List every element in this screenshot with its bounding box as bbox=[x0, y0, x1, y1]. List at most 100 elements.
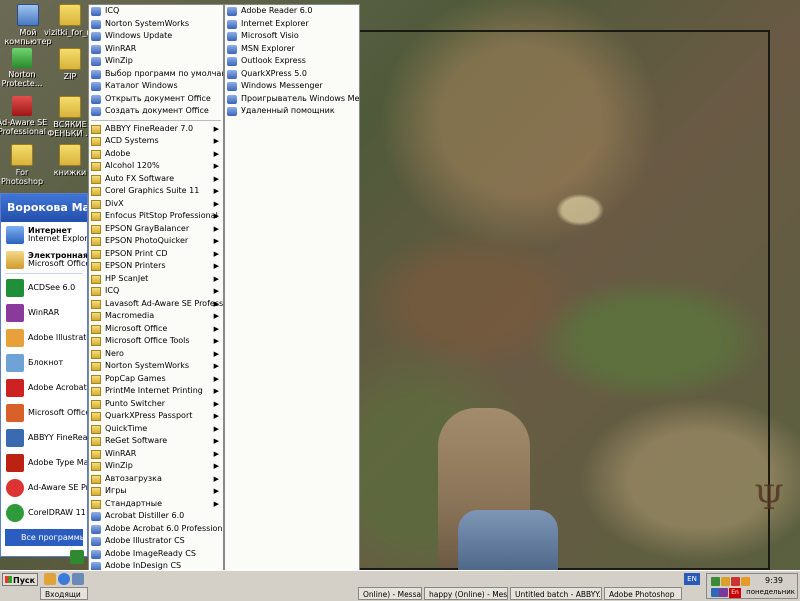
start-button[interactable]: Пуск bbox=[2, 573, 38, 586]
program-menu-item[interactable]: Norton SystemWorks bbox=[89, 18, 223, 31]
taskbar-item-messenger-1[interactable]: Online) - Messa... bbox=[358, 587, 422, 600]
program-folder-item[interactable]: ReGet Software ▶ bbox=[89, 435, 223, 448]
program-folder-item[interactable]: EPSON Printers ▶ bbox=[89, 260, 223, 273]
program-folder-item[interactable]: Macromedia ▶ bbox=[89, 310, 223, 323]
quicklaunch-ie-icon[interactable] bbox=[58, 573, 70, 585]
program-menu-item[interactable]: Windows Update bbox=[89, 30, 223, 43]
submenu-item[interactable]: Microsoft Visio bbox=[225, 30, 359, 43]
program-menu-item[interactable]: Каталог Windows bbox=[89, 80, 223, 93]
all-programs-menu: ICQ Norton SystemWorks Windows Update WinRA… bbox=[88, 4, 224, 600]
program-folder-item-label: Автозагрузка bbox=[105, 473, 162, 483]
desktop-icon-norton[interactable]: Norton Protecte... bbox=[0, 48, 48, 88]
program-folder-item[interactable]: WinZip ▶ bbox=[89, 460, 223, 473]
submenu-item[interactable]: MSN Explorer bbox=[225, 43, 359, 56]
program-folder-item[interactable]: Punto Switcher ▶ bbox=[89, 398, 223, 411]
start-recent-winrar[interactable]: WinRAR bbox=[1, 300, 87, 325]
program-folder-item[interactable]: ACD Systems ▶ bbox=[89, 135, 223, 148]
submenu-item[interactable]: Windows Messenger bbox=[225, 80, 359, 93]
program-folder-item[interactable]: Alcohol 120% ▶ bbox=[89, 160, 223, 173]
program-folder-item[interactable]: WinRAR ▶ bbox=[89, 448, 223, 461]
quicklaunch-desktop-icon[interactable] bbox=[72, 573, 84, 585]
start-pinned-internet[interactable]: ИнтернетInternet Explorer bbox=[1, 222, 87, 247]
program-icon bbox=[227, 69, 237, 79]
clock-time[interactable]: 9:39 bbox=[765, 576, 783, 585]
program-folder-item-label: QuickTime bbox=[105, 423, 148, 433]
program-folder-item[interactable]: DivX ▶ bbox=[89, 198, 223, 211]
tray-antivirus-icon[interactable] bbox=[731, 577, 740, 586]
language-indicator[interactable]: EN bbox=[684, 573, 700, 585]
type-manager-icon bbox=[6, 453, 24, 472]
program-folder-item[interactable]: Auto FX Software ▶ bbox=[89, 173, 223, 186]
quicklaunch-outlook-icon[interactable] bbox=[44, 573, 56, 585]
recent-label: ACDSee 6.0 bbox=[28, 282, 76, 292]
program-menu-item-label: Windows Update bbox=[105, 31, 173, 40]
program-menu-item[interactable]: Открыть документ Office bbox=[89, 93, 223, 106]
start-recent-acrobat[interactable]: Adobe Acrobat 6.0 Professional bbox=[1, 375, 87, 400]
start-recent-notepad[interactable]: Блокнот bbox=[1, 350, 87, 375]
program-folder-item[interactable]: Lavasoft Ad-Aware SE Professional▶ bbox=[89, 298, 223, 311]
start-recent-acdsee[interactable]: ACDSee 6.0 bbox=[1, 275, 87, 300]
submenu-item[interactable]: Удаленный помощник bbox=[225, 105, 359, 118]
taskbar-item-inbox[interactable]: Входящи bbox=[40, 587, 88, 600]
desktop-icon-label: книжки bbox=[53, 168, 87, 177]
program-menu-item[interactable]: Создать документ Office bbox=[89, 105, 223, 118]
system-tray: En 9:39 понедельник bbox=[706, 573, 798, 599]
program-menu-item[interactable]: WinZip bbox=[89, 55, 223, 68]
program-folder-item[interactable]: HP ScanJet ▶ bbox=[89, 273, 223, 286]
program-folder-item[interactable]: QuickTime ▶ bbox=[89, 423, 223, 436]
start-recent-illustrator[interactable]: Adobe Illustrator C bbox=[1, 325, 87, 350]
program-folder-item[interactable]: Стандартные ▶ bbox=[89, 498, 223, 511]
start-recent-coreldraw[interactable]: CorelDRAW 11 bbox=[1, 500, 87, 525]
program-menu-item[interactable]: WinRAR bbox=[89, 43, 223, 56]
program-menu-item-label: Создать документ Office bbox=[105, 106, 209, 115]
start-recent-ad-aware[interactable]: Ad-Aware SE Profe bbox=[1, 475, 87, 500]
tray-network-icon[interactable] bbox=[711, 577, 720, 586]
submenu-item[interactable]: Adobe Reader 6.0 bbox=[225, 5, 359, 18]
program-folder-item[interactable]: Microsoft Office Tools ▶ bbox=[89, 335, 223, 348]
program-folder-item[interactable]: ABBYY FineReader 7.0 ▶ bbox=[89, 123, 223, 136]
taskbar-item-messenger-2[interactable]: happy (Online) - Mess... bbox=[424, 587, 508, 600]
program-folder-item[interactable]: Enfocus PitStop Professional ▶ bbox=[89, 210, 223, 223]
tray-volume-icon[interactable] bbox=[721, 577, 730, 586]
program-folder-item[interactable]: Автозагрузка ▶ bbox=[89, 473, 223, 486]
program-folder-item[interactable]: Adobe ▶ bbox=[89, 148, 223, 161]
submenu-item[interactable]: QuarkXPress 5.0 bbox=[225, 68, 359, 81]
program-icon bbox=[227, 19, 237, 29]
tray-language-indicator[interactable]: En bbox=[729, 588, 741, 598]
start-recent-finereader[interactable]: ABBYY FineReader Professional Editio bbox=[1, 425, 87, 450]
start-recent-powerpoint[interactable]: Microsoft Office Po 2003 bbox=[1, 400, 87, 425]
program-folder-item[interactable]: PrintMe Internet Printing ▶ bbox=[89, 385, 223, 398]
program-folder-item[interactable]: Corel Graphics Suite 11 ▶ bbox=[89, 185, 223, 198]
program-folder-item[interactable]: QuarkXPress Passport ▶ bbox=[89, 410, 223, 423]
desktop-icon-ad-aware[interactable]: Ad-Aware SE Professional bbox=[0, 96, 48, 136]
program-menu-item[interactable]: ICQ bbox=[89, 5, 223, 18]
submenu-item[interactable]: Проигрыватель Windows Media bbox=[225, 93, 359, 106]
program-app-item[interactable]: Adobe ImageReady CS bbox=[89, 548, 223, 561]
program-folder-item[interactable]: Microsoft Office ▶ bbox=[89, 323, 223, 336]
program-app-item[interactable]: Adobe Illustrator CS bbox=[89, 535, 223, 548]
taskbar-item-abbyy[interactable]: Untitled batch - ABBYY... bbox=[510, 587, 602, 600]
program-folder-item[interactable]: Norton SystemWorks ▶ bbox=[89, 360, 223, 373]
start-pinned-email[interactable]: Электронная поMicrosoft Office Ou bbox=[1, 247, 87, 272]
tray-messenger-icon[interactable] bbox=[741, 577, 750, 586]
submenu-item[interactable]: Internet Explorer bbox=[225, 18, 359, 31]
taskbar-item-photoshop[interactable]: Adobe Photoshop bbox=[604, 587, 682, 600]
program-app-item[interactable]: Acrobat Distiller 6.0 bbox=[89, 510, 223, 523]
desktop-icon-for-photoshop[interactable]: For Photoshop bbox=[0, 144, 48, 186]
program-folder-item[interactable]: Игры ▶ bbox=[89, 485, 223, 498]
program-folder-item[interactable]: Nero ▶ bbox=[89, 348, 223, 361]
tray-app-icon[interactable] bbox=[719, 588, 728, 597]
chevron-right-icon: ▶ bbox=[213, 337, 219, 345]
program-folder-item[interactable]: EPSON PhotoQuicker ▶ bbox=[89, 235, 223, 248]
folder-icon bbox=[91, 174, 101, 184]
program-folder-item[interactable]: EPSON GrayBalancer ▶ bbox=[89, 223, 223, 236]
program-menu-item[interactable]: Выбор программ по умолчанию bbox=[89, 68, 223, 81]
all-programs-button[interactable]: Все программы bbox=[5, 529, 83, 546]
program-app-item[interactable]: Adobe Acrobat 6.0 Professional bbox=[89, 523, 223, 536]
submenu-item-label: Microsoft Visio bbox=[241, 31, 299, 40]
start-recent-type-manager[interactable]: Adobe Type Manag bbox=[1, 450, 87, 475]
program-folder-item[interactable]: PopCap Games ▶ bbox=[89, 373, 223, 386]
submenu-item[interactable]: Outlook Express bbox=[225, 55, 359, 68]
program-folder-item[interactable]: ICQ ▶ bbox=[89, 285, 223, 298]
program-folder-item[interactable]: EPSON Print CD ▶ bbox=[89, 248, 223, 261]
